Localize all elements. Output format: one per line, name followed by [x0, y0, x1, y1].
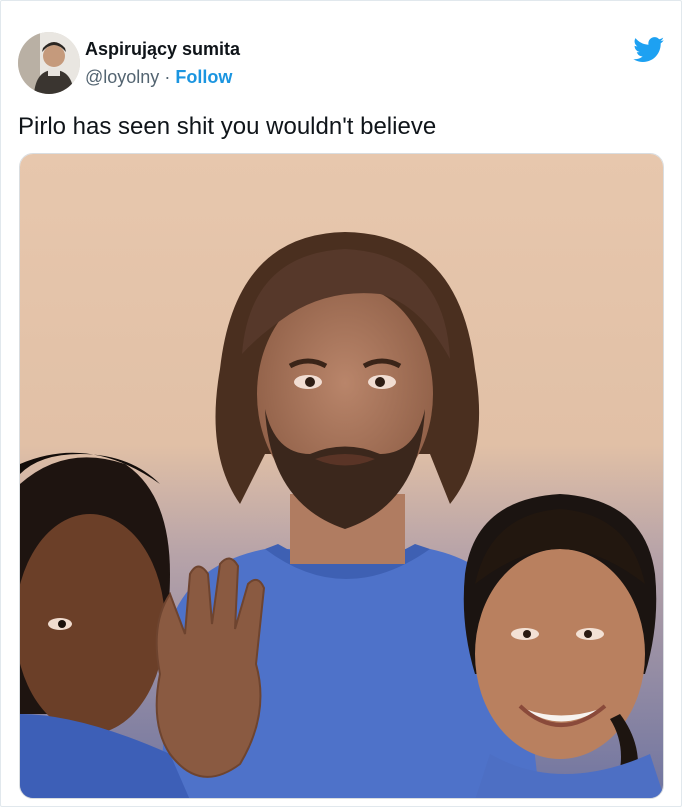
twitter-bird-glyph	[633, 37, 665, 62]
tweet-photo[interactable]	[19, 153, 664, 799]
avatar-image	[18, 32, 80, 94]
follow-link[interactable]: Follow	[175, 67, 232, 87]
author-display-name[interactable]: Aspirujący sumita	[85, 39, 240, 60]
author-handle[interactable]: @loyolny	[85, 67, 159, 87]
avatar[interactable]	[18, 32, 80, 94]
tweet-card: Aspirujący sumita @loyolny · Follow Pirl…	[0, 0, 682, 807]
tweet-text: Pirlo has seen shit you wouldn't believe	[18, 113, 437, 140]
twitter-bird-icon[interactable]	[633, 37, 665, 63]
separator-dot: ·	[164, 67, 171, 87]
photo-illustration	[20, 154, 663, 798]
author-handle-row: @loyolny · Follow	[85, 67, 232, 88]
